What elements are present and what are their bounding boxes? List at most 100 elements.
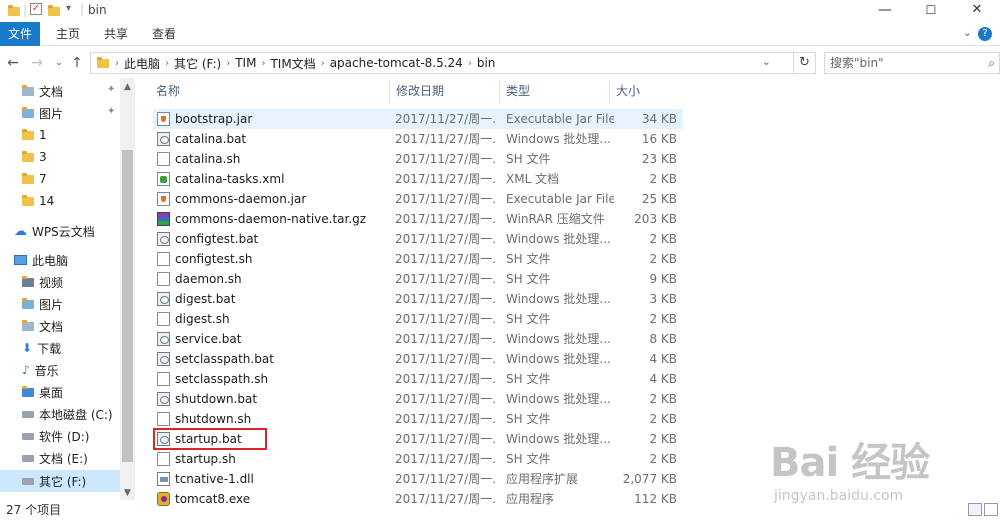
- window-title: bin: [88, 3, 107, 17]
- breadcrumb-item[interactable]: 其它 (F:): [174, 55, 221, 72]
- file-row[interactable]: digest.bat 2017/11/27/周一... Windows 批处理...…: [153, 289, 683, 309]
- jar-file-icon: [157, 192, 170, 206]
- file-size: 2 KB: [649, 392, 677, 406]
- file-date: 2017/11/27/周一...: [395, 232, 495, 246]
- file-row[interactable]: daemon.sh 2017/11/27/周一... SH 文件 9 KB: [153, 269, 683, 289]
- file-date: 2017/11/27/周一...: [395, 392, 495, 406]
- file-date: 2017/11/27/周一...: [395, 412, 495, 426]
- close-button[interactable]: ✕: [954, 0, 1000, 22]
- file-row[interactable]: configtest.bat 2017/11/27/周一... Windows 批处…: [153, 229, 683, 249]
- file-row[interactable]: startup.sh 2017/11/27/周一... SH 文件 2 KB: [153, 449, 683, 469]
- file-date: 2017/11/27/周一...: [395, 352, 495, 366]
- file-row[interactable]: shutdown.sh 2017/11/27/周一... SH 文件 2 KB: [153, 409, 683, 429]
- doc-file-icon: [157, 312, 170, 326]
- chevron-right-icon[interactable]: ›: [165, 58, 169, 69]
- file-date: 2017/11/27/周一...: [395, 372, 495, 386]
- file-name: setclasspath.sh: [175, 372, 269, 386]
- bat-file-icon: [157, 352, 170, 366]
- address-dropdown-icon[interactable]: ⌄: [762, 55, 771, 68]
- pictures-icon: [22, 297, 34, 309]
- file-row[interactable]: catalina.sh 2017/11/27/周一... SH 文件 23 KB: [153, 149, 683, 169]
- file-size: 4 KB: [649, 352, 677, 366]
- up-arrow-icon[interactable]: ↑: [68, 54, 86, 72]
- item-count: 27 个项目: [6, 503, 62, 517]
- column-header-date[interactable]: 修改日期: [390, 80, 500, 104]
- file-row[interactable]: commons-daemon.jar 2017/11/27/周一... Execut…: [153, 189, 683, 209]
- file-row[interactable]: digest.sh 2017/11/27/周一... SH 文件 2 KB: [153, 309, 683, 329]
- file-row[interactable]: catalina-tasks.xml 2017/11/27/周一... XML 文档…: [153, 169, 683, 189]
- chevron-right-icon[interactable]: ›: [261, 58, 265, 69]
- refresh-icon[interactable]: ↻: [794, 52, 816, 74]
- file-name: tcnative-1.dll: [175, 472, 254, 486]
- file-date: 2017/11/27/周一...: [395, 132, 495, 146]
- file-size: 2 KB: [649, 312, 677, 326]
- nav-item-this-pc[interactable]: 此电脑: [14, 249, 134, 271]
- doc-file-icon: [157, 152, 170, 166]
- doc-file-icon: [157, 372, 170, 386]
- breadcrumb-item[interactable]: TIM: [235, 56, 256, 70]
- file-row[interactable]: setclasspath.sh 2017/11/27/周一... SH 文件 4 KB: [153, 369, 683, 389]
- file-row[interactable]: bootstrap.jar 2017/11/27/周一... Executable …: [153, 109, 683, 129]
- quick-access-dropdown-icon[interactable]: ▾: [66, 3, 71, 14]
- minimize-button[interactable]: —: [862, 0, 908, 22]
- recent-locations-icon[interactable]: ⌄: [50, 54, 68, 72]
- file-row[interactable]: setclasspath.bat 2017/11/27/周一... Windows …: [153, 349, 683, 369]
- file-size: 9 KB: [649, 272, 677, 286]
- column-header-name[interactable]: 名称: [150, 80, 390, 104]
- large-icons-view-icon[interactable]: [984, 503, 998, 516]
- doc-file-icon: [157, 272, 170, 286]
- address-bar[interactable]: › 此电脑 › 其它 (F:) › TIM › TIM文档 › apache-t…: [90, 52, 794, 74]
- maximize-button[interactable]: ☐: [908, 0, 954, 22]
- nav-scrollbar-thumb[interactable]: [122, 150, 133, 462]
- details-view-icon[interactable]: [968, 503, 982, 516]
- tab-file[interactable]: 文件: [0, 22, 40, 46]
- forward-arrow-icon[interactable]: →: [28, 54, 46, 72]
- scroll-down-icon[interactable]: ▼: [120, 486, 135, 500]
- file-type: Windows 批处理...: [506, 392, 611, 406]
- chevron-right-icon[interactable]: ›: [115, 58, 119, 69]
- breadcrumb-item[interactable]: apache-tomcat-8.5.24: [330, 56, 463, 70]
- search-input[interactable]: 搜索"bin" ⌕: [824, 52, 1000, 74]
- new-folder-icon[interactable]: [48, 3, 60, 19]
- expand-ribbon-icon[interactable]: ⌄: [963, 26, 972, 39]
- search-placeholder: 搜索"bin": [830, 56, 884, 70]
- scroll-up-icon[interactable]: ▲: [120, 80, 135, 94]
- tab-share[interactable]: 共享: [96, 22, 136, 46]
- doc-file-icon: [157, 252, 170, 266]
- nav-item-wps-cloud[interactable]: ☁ WPS云文档: [14, 220, 134, 242]
- help-icon[interactable]: ?: [978, 27, 992, 41]
- chevron-right-icon[interactable]: ›: [468, 58, 472, 69]
- file-row[interactable]: commons-daemon-native.tar.gz 2017/11/27/周…: [153, 209, 683, 229]
- file-name: startup.sh: [175, 452, 236, 466]
- pin-icon[interactable]: ✦: [107, 84, 115, 95]
- file-type: SH 文件: [506, 312, 551, 326]
- file-type: SH 文件: [506, 252, 551, 266]
- column-header-size[interactable]: 大小: [610, 80, 683, 104]
- file-row[interactable]: shutdown.bat 2017/11/27/周一... Windows 批处理.…: [153, 389, 683, 409]
- breadcrumb-item[interactable]: bin: [477, 56, 496, 70]
- properties-icon[interactable]: ✓: [30, 3, 42, 15]
- column-header-type[interactable]: 类型: [500, 80, 610, 104]
- chevron-right-icon[interactable]: ›: [321, 58, 325, 69]
- file-size: 2 KB: [649, 452, 677, 466]
- file-row[interactable]: service.bat 2017/11/27/周一... Windows 批处理..…: [153, 329, 683, 349]
- search-icon[interactable]: ⌕: [988, 53, 995, 73]
- tab-view[interactable]: 查看: [144, 22, 184, 46]
- folder-icon[interactable]: [8, 3, 20, 19]
- folder-icon: [97, 56, 109, 68]
- file-date: 2017/11/27/周一...: [395, 292, 495, 306]
- file-name: digest.bat: [175, 292, 236, 306]
- file-row[interactable]: tcnative-1.dll 2017/11/27/周一... 应用程序扩展 2,07…: [153, 469, 683, 489]
- file-row[interactable]: configtest.sh 2017/11/27/周一... SH 文件 2 KB: [153, 249, 683, 269]
- pin-icon[interactable]: ✦: [107, 106, 115, 117]
- nav-item-drive-f[interactable]: 其它 (F:): [0, 470, 120, 492]
- tab-home[interactable]: 主页: [48, 22, 88, 46]
- breadcrumb-item[interactable]: TIM文档: [270, 55, 315, 72]
- file-size: 2 KB: [649, 172, 677, 186]
- file-date: 2017/11/27/周一...: [395, 152, 495, 166]
- chevron-right-icon[interactable]: ›: [226, 58, 230, 69]
- title-bar: | ✓ ▾ | bin — ☐ ✕: [0, 0, 1000, 22]
- breadcrumb-item[interactable]: 此电脑: [124, 55, 160, 72]
- file-row[interactable]: catalina.bat 2017/11/27/周一... Windows 批处理.…: [153, 129, 683, 149]
- back-arrow-icon[interactable]: ←: [4, 54, 22, 72]
